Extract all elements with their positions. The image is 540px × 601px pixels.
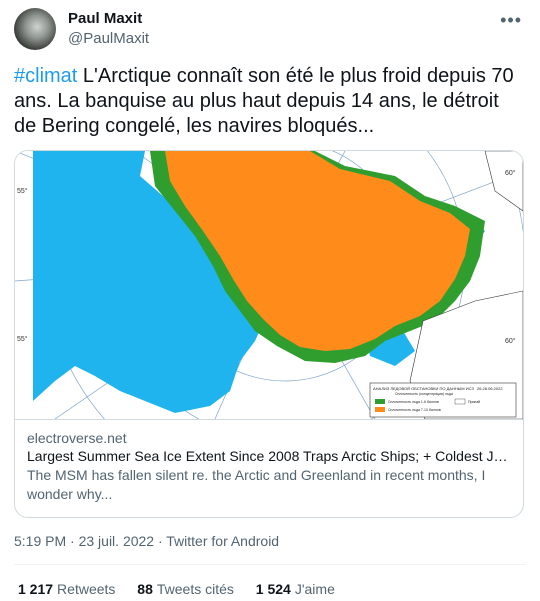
display-name[interactable]: Paul Maxit [68, 10, 149, 27]
likes-label: J'aime [294, 581, 335, 597]
lat-label-top-left: 55° [17, 187, 28, 195]
card-title[interactable]: Largest Summer Sea Ice Extent Since 2008… [27, 447, 511, 466]
tweet-timestamp[interactable]: 5:19 PM · 23 juil. 2022 · Twitter for An… [14, 533, 279, 549]
quotes-label: Tweets cités [156, 581, 234, 597]
legend-subtitle: Сплоченность (концентрация) льда [395, 392, 453, 396]
lat-label-bottom-left: 55° [17, 335, 28, 343]
tweet-header: Paul Maxit @PaulMaxit ••• [14, 8, 526, 54]
handle[interactable]: @PaulMaxit [68, 30, 149, 47]
legend-swatch-green [375, 399, 385, 404]
quotes-stat[interactable]: 88 Tweets cités [137, 581, 234, 597]
card-image-map[interactable]: АНАЛИЗ ЛЕДОВОЙ ОБСТАНОВКИ ПО ДАННЫМ ИСЗ … [15, 151, 523, 502]
more-horizontal-icon[interactable]: ••• [500, 10, 522, 31]
legend-swatch-white [454, 398, 466, 405]
lon-label-top-right: 60° [505, 169, 516, 177]
card-description: The MSM has fallen silent re. the Arctic… [27, 467, 486, 502]
likes-stat[interactable]: 1 524 J'aime [256, 581, 335, 597]
legend-date: 26.28.06.2022 [477, 386, 503, 391]
author-block[interactable]: Paul Maxit @PaulMaxit [68, 10, 149, 47]
legend-item-2: Сплоченность льда 7-10 баллов [388, 408, 441, 412]
legend-item-3: Припай [468, 400, 480, 404]
retweets-count: 1 217 [18, 581, 54, 597]
avatar[interactable] [14, 8, 56, 50]
divider [14, 564, 526, 565]
lon-label-bottom-right: 60° [505, 337, 516, 345]
sea-ice-map: АНАЛИЗ ЛЕДОВОЙ ОБСТАНОВКИ ПО ДАННЫМ ИСЗ … [15, 151, 523, 502]
tweet-body: L'Arctique connaît son été le plus froid… [14, 65, 514, 137]
legend-item-1: Сплоченность льда 1-6 баллов [388, 400, 439, 404]
likes-count: 1 524 [255, 581, 291, 597]
tweet-text: #climat L'Arctique connaît son été le pl… [14, 64, 519, 139]
card-domain: electroverse.net [27, 430, 127, 446]
quotes-count: 88 [137, 581, 153, 597]
tweet: Paul Maxit @PaulMaxit ••• #climat L'Arct… [0, 0, 540, 601]
retweets-label: Retweets [57, 581, 116, 597]
card-body[interactable]: electroverse.net Largest Summer Sea Ice … [15, 421, 523, 512]
link-card[interactable]: АНАЛИЗ ЛЕДОВОЙ ОБСТАНОВКИ ПО ДАННЫМ ИСЗ … [14, 150, 524, 518]
tweet-stats: 1 217 Retweets 88 Tweets cités 1 524 J'aime [18, 581, 353, 597]
legend-title: АНАЛИЗ ЛЕДОВОЙ ОБСТАНОВКИ ПО ДАННЫМ ИСЗ [373, 386, 474, 391]
retweets-stat[interactable]: 1 217 Retweets [18, 581, 115, 597]
hashtag-link[interactable]: #climat [14, 65, 77, 87]
map-legend: АНАЛИЗ ЛЕДОВОЙ ОБСТАНОВКИ ПО ДАННЫМ ИСЗ … [369, 382, 517, 418]
legend-swatch-orange [375, 407, 385, 412]
